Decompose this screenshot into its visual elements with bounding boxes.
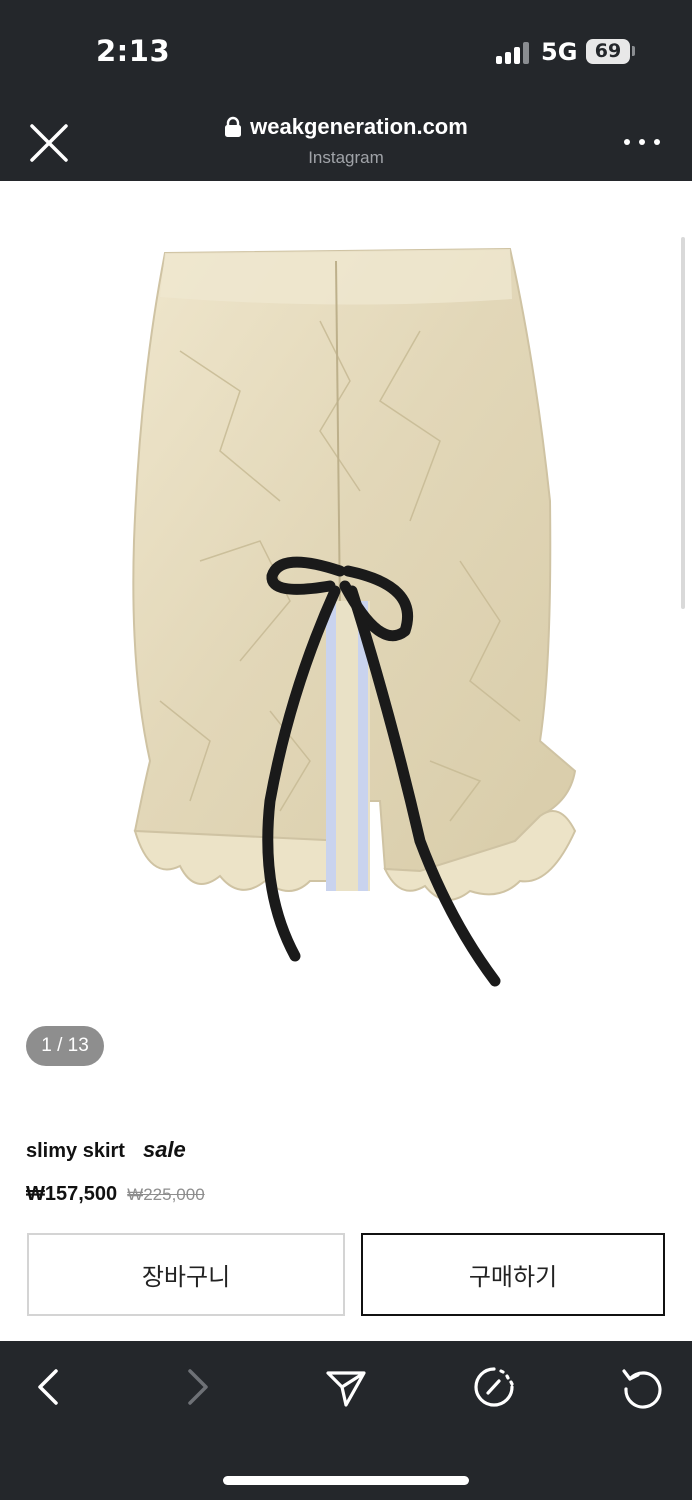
gallery-counter: 1 / 13 — [26, 1026, 104, 1066]
action-bar: 장바구니 구매하기 — [0, 1215, 692, 1341]
url-source: Instagram — [308, 148, 384, 167]
reload-icon[interactable] — [620, 1365, 664, 1409]
url-block[interactable]: weakgeneration.com Instagram — [196, 114, 496, 168]
sale-tag: sale — [142, 1137, 186, 1162]
url-text: weakgeneration.com — [250, 114, 468, 139]
price-current: ₩157,500 — [26, 1183, 118, 1205]
close-icon[interactable] — [28, 122, 70, 164]
lock-icon — [225, 116, 242, 137]
share-icon[interactable] — [324, 1365, 368, 1409]
back-icon[interactable] — [26, 1365, 70, 1409]
forward-icon[interactable] — [176, 1365, 220, 1409]
browser-header: 2:13 5G 69 weakgeneration.com Instagram — [0, 0, 692, 181]
product-name: slimy skirt — [26, 1140, 125, 1162]
product-page: 1 / 13 slimy skirt sale ₩157,500 ₩225,00… — [0, 181, 692, 1215]
buy-now-button[interactable]: 구매하기 — [361, 1233, 665, 1316]
product-photo[interactable] — [120, 241, 590, 991]
price-row: ₩157,500 ₩225,000 — [26, 1183, 205, 1206]
scrollbar[interactable] — [681, 237, 685, 609]
speed-icon[interactable] — [472, 1365, 516, 1409]
home-indicator[interactable] — [223, 1476, 469, 1485]
battery-icon: 69 — [586, 39, 630, 64]
more-dots-icon[interactable] — [624, 132, 660, 152]
product-title-row: slimy skirt sale — [26, 1137, 186, 1163]
network-type: 5G — [541, 38, 578, 66]
status-time: 2:13 — [96, 34, 171, 68]
price-original: ₩225,000 — [127, 1185, 205, 1204]
add-to-cart-button[interactable]: 장바구니 — [27, 1233, 345, 1316]
battery-tip — [632, 46, 635, 56]
cell-signal-icon — [496, 42, 532, 64]
